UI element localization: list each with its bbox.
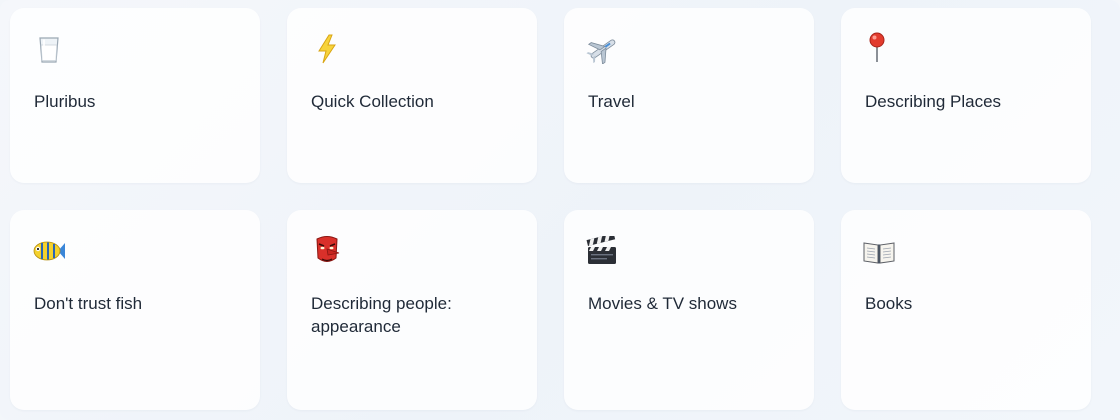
tengu-mask-icon (309, 234, 343, 268)
collection-title: Books (865, 294, 913, 313)
collection-card-describing-places[interactable]: Describing Places (841, 8, 1091, 183)
clapper-board-icon (586, 234, 620, 268)
collection-title: Travel (588, 92, 635, 111)
collections-grid: Pluribus Quick Collection Travel Describ… (10, 8, 1091, 410)
pushpin-icon (863, 32, 897, 66)
collection-title: Describing Places (865, 92, 1002, 111)
collections-panel: Pluribus Quick Collection Travel Describ… (0, 0, 1120, 420)
collection-card-describing-people-appearance[interactable]: Describing people: appearance (287, 210, 537, 410)
open-book-icon (863, 234, 897, 268)
collection-title: Don't trust fish (34, 294, 143, 313)
tropical-fish-icon (32, 234, 66, 268)
collection-card-books[interactable]: Books (841, 210, 1091, 410)
lightning-icon (309, 32, 343, 66)
collection-title: Describing people: appearance (311, 294, 452, 336)
collection-card-pluribus[interactable]: Pluribus (10, 8, 260, 183)
collection-title: Movies & TV shows (588, 294, 737, 313)
collection-card-movies-tv-shows[interactable]: Movies & TV shows (564, 210, 814, 410)
collection-title: Pluribus (34, 92, 96, 111)
collection-card-dont-trust-fish[interactable]: Don't trust fish (10, 210, 260, 410)
milk-glass-icon (32, 32, 66, 66)
collection-card-travel[interactable]: Travel (564, 8, 814, 183)
collection-title: Quick Collection (311, 92, 434, 111)
collection-card-quick-collection[interactable]: Quick Collection (287, 8, 537, 183)
airplane-icon (586, 32, 620, 66)
